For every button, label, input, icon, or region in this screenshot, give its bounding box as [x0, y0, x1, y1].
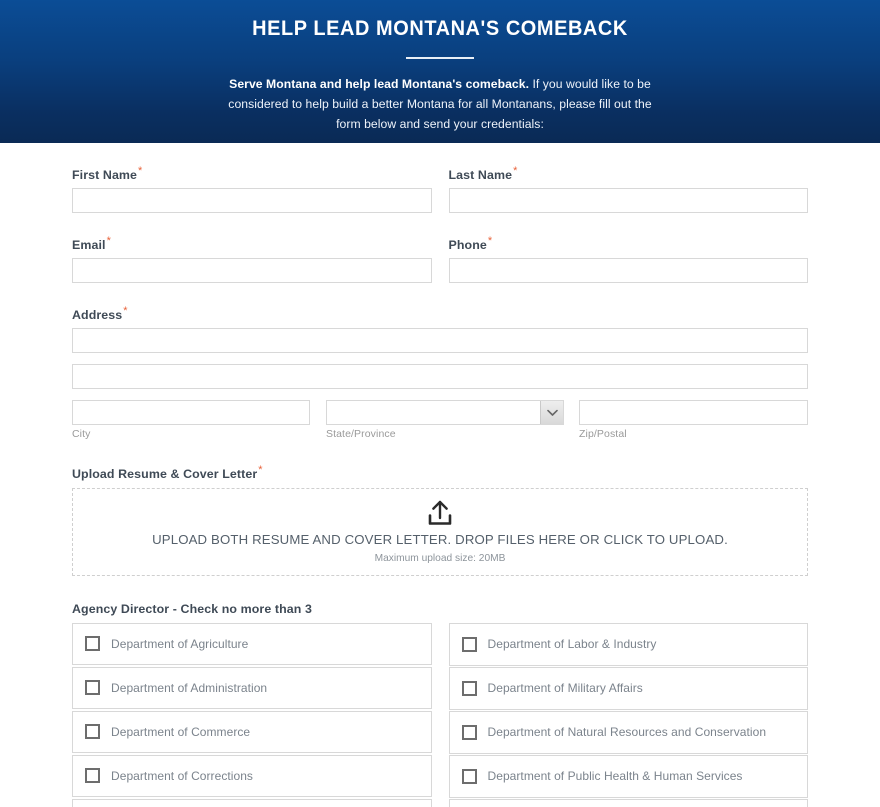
agency-director-group: Agency Director - Check no more than 3 D…: [72, 602, 808, 807]
file-dropzone[interactable]: UPLOAD BOTH RESUME AND COVER LETTER. DRO…: [72, 487, 808, 576]
required-marker: *: [138, 165, 143, 177]
address-row: Address* City State/Province Zip/Postal: [72, 305, 808, 440]
phone-group: Phone*: [448, 235, 809, 284]
agency-checkbox-label: Department of Agriculture: [111, 636, 249, 651]
address-line2-wrap: [72, 364, 808, 390]
checkbox-icon[interactable]: [85, 724, 100, 739]
agency-checkbox-row[interactable]: Department of Administration: [72, 666, 432, 709]
required-marker: *: [123, 305, 128, 318]
checkbox-icon[interactable]: [461, 768, 477, 784]
first-name-label-text: First Name: [72, 168, 138, 183]
agency-checkbox-label: Department of Natural Resources and Cons…: [487, 725, 767, 739]
agency-checkbox-row[interactable]: Department of Commerce: [72, 710, 432, 753]
dropzone-text: UPLOAD BOTH RESUME AND COVER LETTER. DRO…: [152, 532, 728, 547]
email-label: Email*: [72, 235, 432, 252]
checkbox-icon[interactable]: [461, 636, 477, 652]
email-input[interactable]: [72, 258, 432, 284]
agency-checkbox-row[interactable]: Department of Agriculture: [72, 622, 432, 665]
phone-input[interactable]: [448, 258, 808, 284]
email-label-text: Email: [72, 238, 106, 253]
zip-group: Zip/Postal: [579, 400, 808, 440]
banner-lead-text: Serve Montana and help lead Montana's co…: [229, 77, 530, 92]
application-form: First Name* Last Name* Email* Phone* Add…: [0, 165, 880, 807]
agency-checkbox-row[interactable]: Department of Labor & Industry: [448, 622, 808, 666]
agency-checkbox-row[interactable]: Department of Revenue: [448, 798, 808, 807]
checkbox-icon[interactable]: [461, 724, 477, 740]
phone-label: Phone*: [449, 235, 809, 252]
agency-right-column: Department of Labor & Industry Department…: [448, 622, 808, 807]
agency-director-heading: Agency Director - Check no more than 3: [72, 601, 312, 616]
city-sublabel: City: [72, 428, 91, 441]
agency-checkbox-label: Department of Public Health & Human Serv…: [487, 769, 743, 783]
upload-label: Upload Resume & Cover Letter*: [72, 464, 808, 481]
state-select-wrap: [326, 400, 564, 426]
upload-arrow-icon: [425, 499, 455, 528]
upload-group: Upload Resume & Cover Letter* UPLOAD BOT…: [72, 464, 808, 576]
last-name-label-text: Last Name: [448, 168, 513, 183]
state-group: State/Province: [326, 400, 564, 440]
upload-label-text: Upload Resume & Cover Letter: [72, 467, 258, 482]
agency-checkbox-label: Department of Corrections: [111, 768, 253, 783]
checkbox-icon[interactable]: [461, 680, 477, 696]
state-sublabel: State/Province: [326, 428, 396, 441]
agency-checkbox-row[interactable]: Department of Public Health & Human Serv…: [448, 754, 808, 798]
zip-sublabel: Zip/Postal: [579, 428, 627, 441]
agency-checkbox-row[interactable]: Department of Corrections: [72, 754, 432, 797]
agency-checkbox-label: Department of Administration: [111, 680, 268, 695]
address-sub-row: City State/Province Zip/Postal: [72, 400, 808, 440]
address-group: Address* City State/Province Zip/Postal: [72, 305, 808, 440]
city-input[interactable]: [72, 400, 310, 426]
required-marker: *: [487, 235, 493, 248]
agency-checkbox-label: Department of Commerce: [111, 724, 251, 739]
required-marker: *: [258, 464, 263, 477]
contact-row: Email* Phone*: [72, 235, 809, 284]
agency-checkbox-row[interactable]: Department of Natural Resources and Cons…: [448, 710, 808, 754]
page-title: HELP LEAD MONTANA'S COMEBACK: [252, 17, 628, 40]
zip-input[interactable]: [579, 400, 808, 426]
last-name-input[interactable]: [448, 188, 808, 214]
required-marker: *: [513, 165, 518, 177]
address-line2-input[interactable]: [72, 364, 808, 390]
agency-checkbox-row[interactable]: Department of Environmental Quality: [72, 798, 432, 807]
first-name-input[interactable]: [72, 188, 432, 214]
first-name-group: First Name*: [72, 165, 432, 214]
name-row: First Name* Last Name*: [72, 165, 809, 214]
phone-label-text: Phone: [448, 238, 487, 253]
agency-checkbox-label: Department of Military Affairs: [487, 681, 643, 695]
max-upload-size-text: Maximum upload size: 20MB: [374, 553, 506, 564]
banner-description: Serve Montana and help lead Montana's co…: [224, 75, 656, 134]
address-label-text: Address: [72, 308, 123, 323]
agency-checkbox-label: Department of Labor & Industry: [487, 637, 657, 651]
address-line1-input[interactable]: [72, 328, 808, 354]
email-group: Email*: [72, 235, 432, 284]
address-label: Address*: [72, 305, 808, 322]
page-header-banner: HELP LEAD MONTANA'S COMEBACK Serve Monta…: [0, 0, 880, 143]
checkbox-icon[interactable]: [85, 636, 100, 651]
city-group: City: [72, 400, 310, 440]
agency-columns: Department of Agriculture Department of A…: [72, 622, 808, 807]
required-marker: *: [106, 235, 111, 248]
last-name-group: Last Name*: [448, 165, 809, 214]
title-divider: [406, 57, 474, 60]
agency-checkbox-row[interactable]: Department of Military Affairs: [448, 666, 808, 710]
agency-left-column: Department of Agriculture Department of A…: [72, 622, 432, 807]
last-name-label: Last Name*: [449, 165, 809, 182]
first-name-label: First Name*: [72, 165, 432, 182]
checkbox-icon[interactable]: [85, 768, 100, 783]
state-select[interactable]: [326, 400, 564, 426]
address-line1-wrap: [72, 328, 808, 354]
checkbox-icon[interactable]: [85, 680, 100, 695]
